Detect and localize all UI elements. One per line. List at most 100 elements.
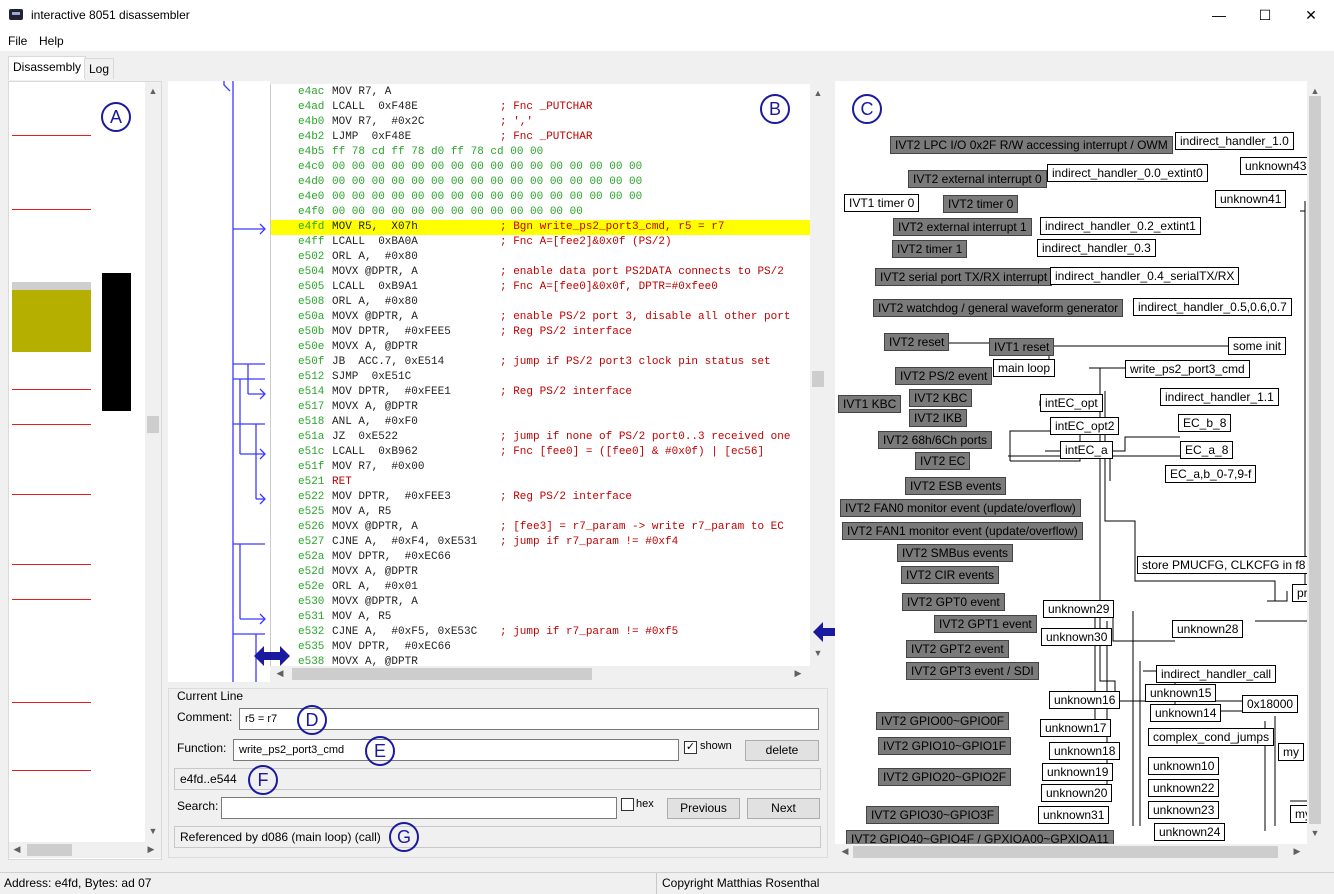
code-line[interactable]: e526 MOVX @DPTR, A ; [fee3] = r7_param -> … <box>271 520 810 535</box>
graph-node-function[interactable]: unknown15 <box>1145 684 1217 702</box>
menu-help[interactable]: Help <box>39 34 64 48</box>
code-line[interactable]: e518 ANL A, #0xF0 <box>271 415 810 430</box>
graph-node-function[interactable]: some init <box>1228 337 1287 355</box>
code-line[interactable]: e50e MOVX A, @DPTR <box>271 340 810 355</box>
graph-node-function[interactable]: store PMUCFG, CLKCFG in f8 <box>1137 556 1307 574</box>
graph-node-function[interactable]: unknown14 <box>1150 704 1222 722</box>
code-line[interactable]: e505 LCALL 0xB9A1 ; Fnc A=[fee0]&0x0f, DPT… <box>271 280 810 295</box>
graph-node-function[interactable]: unknown17 <box>1040 719 1112 737</box>
code-line[interactable]: e4fd MOV R5, X07h ; Bgn write_ps2_port3_cm… <box>271 220 810 235</box>
hex-checkbox[interactable] <box>621 798 634 811</box>
overview-panel[interactable] <box>8 81 162 860</box>
code-line[interactable]: e50b MOV DPTR, #0xFEE5 ; Reg PS/2 interfac… <box>271 325 810 340</box>
search-input[interactable] <box>221 797 617 819</box>
graph-node-interrupt[interactable]: IVT2 ESB events <box>905 477 1007 495</box>
code-line[interactable]: e514 MOV DPTR, #0xFEE1 ; Reg PS/2 interfac… <box>271 385 810 400</box>
scroll-down-icon[interactable]: ▼ <box>812 648 824 658</box>
graph-node-interrupt[interactable]: IVT2 FAN1 monitor event (update/overflow… <box>842 522 1083 540</box>
graph-node-function[interactable]: indirect_handler_0.4_serialTX/RX <box>1050 267 1240 285</box>
graph-node-function[interactable]: unknown10 <box>1148 757 1220 775</box>
graph-node-function[interactable]: unknown23 <box>1148 801 1220 819</box>
code-line[interactable]: e4c0 00 00 00 00 00 00 00 00 00 00 00 00 … <box>271 160 810 175</box>
close-icon[interactable]: ✕ <box>1288 0 1334 31</box>
graph-node-function[interactable]: unknown30 <box>1041 628 1113 646</box>
code-line[interactable]: e51c LCALL 0xB962 ; Fnc [fee0] = ([fee0] &… <box>271 445 810 460</box>
graph-node-interrupt[interactable]: IVT2 GPT3 event / SDI <box>906 662 1039 680</box>
code-line[interactable]: e4f0 00 00 00 00 00 00 00 00 00 00 00 00 … <box>271 205 810 220</box>
graph-node-function[interactable]: pr <box>1292 584 1307 602</box>
graph-node-interrupt[interactable]: IVT1 KBC <box>838 395 902 413</box>
code-horizontal-scrollbar[interactable]: ◀ ▶ <box>270 666 810 682</box>
code-line[interactable]: e527 CJNE A, #0xF4, 0xE531 ; jump if r7_pa… <box>271 535 810 550</box>
overview-horizontal-scrollbar[interactable]: ◀ ▶ <box>9 842 161 858</box>
code-line[interactable]: e4e0 00 00 00 00 00 00 00 00 00 00 00 00 … <box>271 190 810 205</box>
graph-node-function[interactable]: write_ps2_port3_cmd <box>1125 360 1250 378</box>
code-vertical-scrollbar[interactable]: ▲ ▼ <box>810 84 826 666</box>
scroll-up-icon[interactable]: ▲ <box>147 86 159 96</box>
tab-log[interactable]: Log <box>84 58 115 79</box>
graph-node-function[interactable]: main loop <box>993 359 1056 377</box>
graph-node-function[interactable]: unknown28 <box>1172 620 1244 638</box>
graph-node-function[interactable]: 0x18000 <box>1242 695 1299 713</box>
code-line[interactable]: e504 MOVX @DPTR, A ; enable data port PS2D… <box>271 265 810 280</box>
scroll-up-icon[interactable]: ▲ <box>812 88 824 98</box>
graph-node-function[interactable]: unknown16 <box>1049 691 1121 709</box>
graph-node-interrupt[interactable]: IVT2 external interrupt 1 <box>893 218 1032 236</box>
graph-node-interrupt[interactable]: IVT2 GPIO10~GPIO1F <box>878 737 1012 755</box>
graph-vertical-scrollbar[interactable]: ▲ ▼ <box>1307 82 1323 844</box>
previous-button[interactable]: Previous <box>667 798 740 819</box>
graph-node-function[interactable]: unknown19 <box>1042 763 1114 781</box>
graph-node-function[interactable]: intEC_opt <box>1040 394 1103 412</box>
graph-node-function[interactable]: my <box>1290 805 1307 823</box>
graph-node-interrupt[interactable]: IVT2 serial port TX/RX interrupt <box>875 268 1053 286</box>
scroll-right-icon[interactable]: ▶ <box>145 844 157 855</box>
graph-node-function[interactable]: unknown22 <box>1148 779 1220 797</box>
scroll-left-icon[interactable]: ◀ <box>11 844 23 855</box>
graph-node-function[interactable]: EC_a_8 <box>1180 441 1234 459</box>
graph-node-interrupt[interactable]: IVT2 IKB <box>909 409 968 427</box>
overview-vertical-scrollbar[interactable]: ▲ ▼ <box>145 82 161 842</box>
graph-node-function[interactable]: EC_b_8 <box>1178 414 1232 432</box>
minimize-icon[interactable]: — <box>1196 0 1242 31</box>
graph-horizontal-scrollbar[interactable]: ◀ ▶ <box>835 844 1307 860</box>
graph-node-interrupt[interactable]: IVT2 GPT1 event <box>934 615 1037 633</box>
code-line[interactable]: e51a JZ 0xE522 ; jump if none of PS/2 port… <box>271 430 810 445</box>
graph-node-function[interactable]: indirect_handler_1.1 <box>1160 388 1279 406</box>
next-button[interactable]: Next <box>747 798 820 819</box>
graph-node-interrupt[interactable]: IVT2 FAN0 monitor event (update/overflow… <box>840 499 1081 517</box>
graph-node-interrupt[interactable]: IVT2 timer 1 <box>892 240 968 258</box>
call-graph[interactable]: IVT2 LPC I/O 0x2F R/W accessing interrup… <box>835 81 1307 844</box>
graph-node-function[interactable]: unknown41 <box>1215 190 1287 208</box>
graph-node-interrupt[interactable]: IVT2 GPIO40~GPIO4F / GPXIOA00~GPXIOA11 <box>846 830 1114 844</box>
code-line[interactable]: e4ad LCALL 0xF48E ; Fnc _PUTCHAR <box>271 100 810 115</box>
graph-node-function[interactable]: IVT1 timer 0 <box>844 194 920 212</box>
scroll-left-icon[interactable]: ◀ <box>274 668 286 679</box>
function-input[interactable]: write_ps2_port3_cmd <box>233 739 679 761</box>
graph-node-interrupt[interactable]: IVT2 GPT0 event <box>902 593 1005 611</box>
graph-node-function[interactable]: intEC_a <box>1060 441 1113 459</box>
code-line[interactable]: e522 MOV DPTR, #0xFEE3 ; Reg PS/2 interfac… <box>271 490 810 505</box>
code-line[interactable]: e51f MOV R7, #0x00 <box>271 460 810 475</box>
graph-node-function[interactable]: unknown31 <box>1038 806 1110 824</box>
graph-node-function[interactable]: intEC_opt2 <box>1050 417 1120 435</box>
graph-node-interrupt[interactable]: IVT2 external interrupt 0 <box>908 170 1047 188</box>
scroll-right-icon[interactable]: ▶ <box>1291 846 1303 857</box>
scroll-up-icon[interactable]: ▲ <box>1309 86 1321 96</box>
graph-node-interrupt[interactable]: IVT2 GPT2 event <box>906 640 1009 658</box>
graph-node-interrupt[interactable]: IVT2 68h/6Ch ports <box>878 431 993 449</box>
code-line[interactable]: e52e ORL A, #0x01 <box>271 580 810 595</box>
graph-node-interrupt[interactable]: IVT2 CIR events <box>901 566 1000 584</box>
code-line[interactable]: e517 MOVX A, @DPTR <box>271 400 810 415</box>
code-line[interactable]: e4d0 00 00 00 00 00 00 00 00 00 00 00 00 … <box>271 175 810 190</box>
code-line[interactable]: e525 MOV A, R5 <box>271 505 810 520</box>
graph-node-interrupt[interactable]: IVT2 LPC I/O 0x2F R/W accessing interrup… <box>890 136 1173 154</box>
graph-node-interrupt[interactable]: IVT2 EC <box>915 452 971 470</box>
graph-node-function[interactable]: indirect_handler_call <box>1156 665 1277 683</box>
code-line[interactable]: e4b2 LJMP 0xF48E ; Fnc _PUTCHAR <box>271 130 810 145</box>
graph-node-function[interactable]: indirect_handler_0.5,0.6,0.7 <box>1133 298 1292 316</box>
overview-scroll-indicator[interactable] <box>102 273 131 411</box>
delete-button[interactable]: delete <box>745 740 819 761</box>
disassembly-listing[interactable]: e4ac MOV R7, A e4ad LCALL 0xF48E ; Fnc _PUTC… <box>270 84 810 666</box>
menu-file[interactable]: File <box>8 34 27 48</box>
code-line[interactable]: e531 MOV A, R5 <box>271 610 810 625</box>
